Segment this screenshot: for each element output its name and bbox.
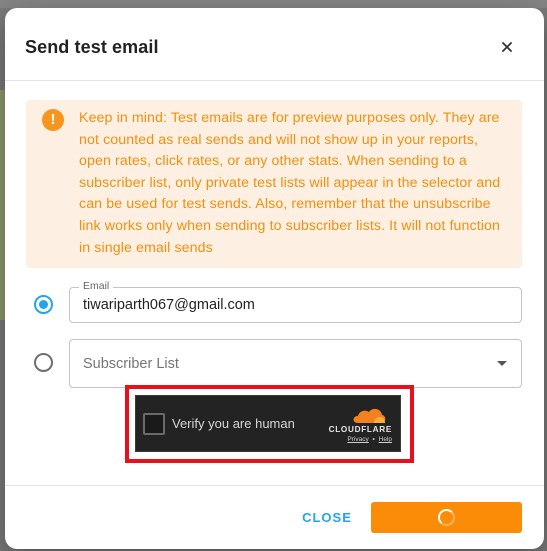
backdrop-top-band xyxy=(0,0,547,8)
exclamation-icon: ! xyxy=(42,109,64,131)
test-email-notice: ! Keep in mind: Test emails are for prev… xyxy=(26,100,522,268)
cloudflare-turnstile-widget: Verify you are human CLOUDFLARE Privacy … xyxy=(135,395,401,452)
dialog-title: Send test email xyxy=(25,37,159,57)
close-button[interactable]: CLOSE xyxy=(295,510,359,530)
privacy-link[interactable]: Privacy xyxy=(347,436,368,443)
link-separator: • xyxy=(372,436,375,443)
captcha-checkbox[interactable] xyxy=(143,413,165,435)
dialog-header: Send test email xyxy=(5,8,544,81)
captcha-label: Verify you are human xyxy=(172,416,295,431)
dialog-footer: CLOSE xyxy=(5,485,544,549)
close-icon[interactable] xyxy=(498,38,516,56)
cloudflare-logo: CLOUDFLARE Privacy • Help xyxy=(320,406,392,444)
send-button[interactable] xyxy=(371,502,522,533)
help-link[interactable]: Help xyxy=(379,436,392,443)
subscriber-list-select[interactable]: Subscriber List xyxy=(69,339,522,388)
subscriber-list-radio[interactable] xyxy=(34,353,53,372)
send-test-email-dialog: Send test email ! Keep in mind: Test ema… xyxy=(5,8,544,549)
email-field-label: Email xyxy=(79,280,114,292)
loading-spinner-icon xyxy=(438,509,455,526)
notice-text: Keep in mind: Test emails are for previe… xyxy=(79,110,501,256)
email-radio[interactable] xyxy=(34,295,53,314)
subscriber-list-placeholder: Subscriber List xyxy=(83,356,179,372)
captcha-links: Privacy • Help xyxy=(347,436,392,443)
cloudflare-wordmark: CLOUDFLARE xyxy=(328,425,392,434)
cloudflare-cloud-icon xyxy=(353,408,386,423)
chevron-down-icon xyxy=(497,361,507,366)
email-field-value[interactable]: tiwariparth067@gmail.com xyxy=(83,297,255,313)
email-field[interactable]: Email tiwariparth067@gmail.com xyxy=(69,280,522,323)
